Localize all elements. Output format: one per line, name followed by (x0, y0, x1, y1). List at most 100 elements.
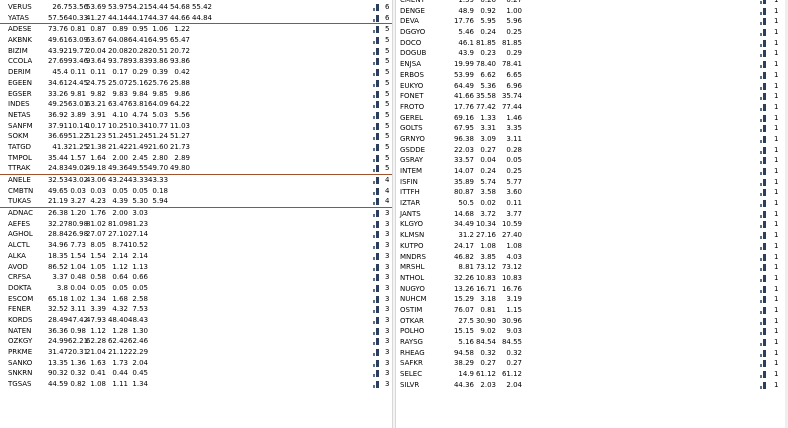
table-row[interactable]: INTEM 14.07 0.24 0.25 1 (396, 166, 788, 177)
table-row[interactable]: CRFSA 3.37 0.48 0.58 0.64 0.66 3 (0, 272, 392, 283)
table-row[interactable]: SNKRN 90.32 0.32 0.41 0.44 0.45 3 (0, 368, 392, 379)
value-cell: 41.3 (52, 142, 68, 151)
table-row[interactable]: ANELE 32.53 43.02 43.06 43.24 43.33 43.33 4 (0, 175, 392, 186)
table-row[interactable]: NETAS 36.92 3.89 3.91 4.10 4.74 5.03 5.56 5 (0, 110, 392, 121)
table-row[interactable]: GEREL 69.16 1.33 1.46 1 (396, 113, 788, 124)
table-row[interactable]: KLMSN 31.2 27.16 27.40 1 (396, 230, 788, 241)
table-row[interactable]: DGGYO 5.46 0.24 0.25 1 (396, 27, 788, 38)
value-cell: 5.95 (480, 17, 496, 26)
table-row[interactable]: ADNAC 26.38 1.20 1.76 2.00 3.03 3 (0, 208, 392, 219)
table-row[interactable]: TTRAK 24.83 49.02 49.18 49.36 49.55 49.70 49.80… (0, 163, 392, 175)
table-row[interactable]: FROTO 17.76 77.42 77.44 1 (396, 102, 788, 113)
table-row[interactable]: KUTPO 24.17 1.08 1.08 1 (396, 241, 788, 252)
value-cell: 51.23 (86, 132, 107, 141)
table-row[interactable]: DENGE 48.9 0.92 1.00 1 (396, 6, 788, 17)
table-row[interactable]: SAFKR 38.29 0.27 0.27 1 (396, 358, 788, 369)
table-row[interactable]: YATAS 57.56 40.33 41.27 44.14 44.17 44.37 44.66… (0, 13, 392, 25)
table-row[interactable]: IZTAR 50.5 0.02 0.11 1 (396, 198, 788, 209)
table-row[interactable]: FONET 41.66 35.58 35.74 1 (396, 91, 788, 102)
symbol-cell: ESCOM (8, 294, 34, 303)
table-row[interactable]: EGEEN 34.61 24.45 24.75 25.07 25.16 25.76 25.88… (0, 78, 392, 89)
table-row[interactable]: EUKYO 64.49 5.36 6.96 1 (396, 81, 788, 92)
table-row[interactable]: DEVA 17.76 5.95 5.96 1 (396, 16, 788, 27)
value-cell: 17.76 (453, 102, 474, 111)
table-row[interactable]: AKBNK 49.61 63.09 63.67 64.08 64.41 64.95 65.47… (0, 35, 392, 46)
table-row[interactable]: SELEC 14.9 61.12 61.12 1 (396, 369, 788, 380)
value-cell: 3.8 (56, 283, 68, 292)
table-row[interactable]: GRNYO 96.38 3.09 3.11 1 (396, 134, 788, 145)
signal-bars-icon (373, 47, 380, 55)
table-row[interactable]: SANFM 37.91 10.14 10.17 10.25 10.34 10.77 11.03… (0, 121, 392, 132)
table-row[interactable]: PRKME 31.47 20.31 21.04 21.12 22.29 3 (0, 347, 392, 358)
table-row[interactable]: TUKAS 21.19 3.27 4.23 4.39 5.30 5.94 4 (0, 196, 392, 209)
table-row[interactable]: ESCOM 65.18 1.02 1.34 1.68 2.58 3 (0, 294, 392, 305)
value-cell: 1.12 (90, 326, 106, 335)
value-cell: 14.9 (458, 370, 474, 379)
table-row[interactable]: ENJSA 19.99 78.40 78.41 1 (396, 59, 788, 70)
table-row[interactable]: GSRAY 33.57 0.04 0.05 1 (396, 155, 788, 166)
table-row[interactable]: GOLTS 67.95 3.31 3.35 1 (396, 123, 788, 134)
table-row[interactable]: KLGYO 34.49 10.34 10.59 1 (396, 219, 788, 230)
table-row[interactable]: AEFES 32.27 80.98 81.02 81.09 81.23 3 (0, 219, 392, 230)
table-row[interactable]: DOCO 46.1 81.85 81.85 1 (396, 38, 788, 49)
table-row[interactable]: ALCTL 34.96 7.73 8.05 8.74 10.52 3 (0, 240, 392, 251)
table-row[interactable]: AVOD 86.52 1.04 1.05 1.12 1.13 3 (0, 262, 392, 273)
count-cell: 1 (774, 124, 779, 133)
value-cell: 36.69 (47, 132, 68, 141)
table-row[interactable]: CCOLA 27.69 93.46 93.64 93.78 93.83 93.86 93.86… (0, 56, 392, 67)
table-row[interactable]: ISFIN 35.89 5.74 5.77 1 (396, 177, 788, 188)
value-cell: 36.36 (47, 326, 68, 335)
value-cell: 44.66 (169, 13, 190, 22)
table-row[interactable]: SOKM 36.69 51.22 51.23 51.24 51.24 51.24 51.27 5 (0, 131, 392, 142)
value-cell: 21.49 (128, 142, 149, 151)
table-row[interactable]: NUGYO 13.26 16.71 16.76 1 (396, 284, 788, 295)
table-row[interactable]: AGHOL 28.84 26.98 27.07 27.10 27.14 3 (0, 229, 392, 240)
table-row[interactable]: VERUS 26.7 53.56 53.69 53.97 54.21 54.44 54.68 5… (0, 2, 392, 13)
table-row[interactable]: TATGD 41.3 21.25 21.38 21.42 21.49 21.60 21.73 5 (0, 142, 392, 153)
table-row[interactable]: FENER 32.52 3.11 3.39 4.32 7.53 3 (0, 304, 392, 315)
table-row[interactable]: TMPOL 35.44 1.57 1.64 2.00 2.45 2.80 2.89 5 (0, 153, 392, 164)
table-row[interactable]: MNDRS 46.82 3.85 4.03 1 (396, 252, 788, 263)
table-row[interactable]: OSTIM 76.07 0.81 1.15 1 (396, 305, 788, 316)
table-row[interactable]: BIZIM 43.92 19.77 20.04 20.08 20.28 20.51 20.72… (0, 46, 392, 57)
value-cell: 5.16 (458, 338, 474, 346)
table-row[interactable]: EGSER 33.26 9.81 9.82 9.83 9.84 9.85 9.86 5 (0, 89, 392, 100)
value-cell: 81.09 (107, 219, 128, 228)
value-cell: 20.31 (68, 348, 89, 356)
value-cell: 35.58 (475, 92, 496, 101)
table-row[interactable]: CMBTN 49.65 0.03 0.03 0.05 0.05 0.18 4 (0, 186, 392, 197)
table-row[interactable]: INDES 49.25 63.01 63.21 63.47 63.81 64.09 64.22… (0, 99, 392, 110)
table-row[interactable]: SANKO 13.35 1.36 1.63 1.73 2.04 3 (0, 358, 392, 369)
table-row[interactable]: KORDS 28.49 47.42 47.93 48.40 48.43 3 (0, 315, 392, 326)
signal-bars-icon (760, 274, 767, 282)
table-row[interactable]: TGSAS 44.59 0.82 1.08 1.11 1.34 3 (0, 379, 392, 390)
table-row[interactable]: ERBOS 53.99 6.62 6.65 1 (396, 70, 788, 81)
value-cell: 53.99 (453, 70, 474, 79)
count-cell: 3 (385, 315, 390, 324)
value-cell: 44.59 (47, 380, 68, 389)
table-row[interactable]: JANTS 14.68 3.72 3.77 1 (396, 209, 788, 220)
count-cell: 1 (774, 220, 779, 229)
table-row[interactable]: SILVR 44.36 2.03 2.04 1 (396, 380, 788, 391)
signal-bars-icon (760, 210, 767, 218)
table-row[interactable]: DOKTA 3.8 0.04 0.05 0.05 0.05 3 (0, 283, 392, 294)
value-cell: 0.45 (132, 369, 148, 378)
table-row[interactable]: ITTFH 80.87 3.58 3.60 1 (396, 187, 788, 198)
table-row[interactable]: RAYSG 5.16 84.54 84.55 1 (396, 337, 788, 348)
table-row[interactable]: DERIM 45.4 0.11 0.11 0.17 0.29 0.39 0.42 5 (0, 67, 392, 78)
value-cell: 44.36 (453, 380, 474, 389)
table-row[interactable]: MRSHL 8.81 73.12 73.12 1 (396, 262, 788, 273)
table-row[interactable]: RHEAG 94.58 0.32 0.32 1 (396, 348, 788, 359)
table-row[interactable]: NATEN 36.36 0.98 1.12 1.28 1.30 3 (0, 326, 392, 337)
table-row[interactable]: ALKA 18.35 1.54 1.54 2.14 2.14 3 (0, 251, 392, 262)
table-row[interactable]: OTKAR 27.5 30.90 30.96 1 (396, 316, 788, 327)
table-row[interactable]: NUHCM 15.29 3.18 3.19 1 (396, 294, 788, 305)
table-row[interactable]: DOGUB 43.9 0.23 0.29 1 (396, 48, 788, 59)
value-cell: 3.09 (480, 134, 496, 143)
table-row[interactable]: POLHO 15.15 9.02 9.03 1 (396, 326, 788, 337)
table-row[interactable]: NTHOL 32.26 10.83 10.83 1 (396, 273, 788, 284)
value-cell: 21.73 (169, 142, 190, 151)
table-row[interactable]: OZKGY 24.99 62.21 62.28 62.42 62.46 3 (0, 336, 392, 347)
table-row[interactable]: ADESE 73.76 0.81 0.87 0.89 0.95 1.06 1.22 5 (0, 24, 392, 35)
table-row[interactable]: GSDDE 22.03 0.27 0.28 1 (396, 145, 788, 156)
